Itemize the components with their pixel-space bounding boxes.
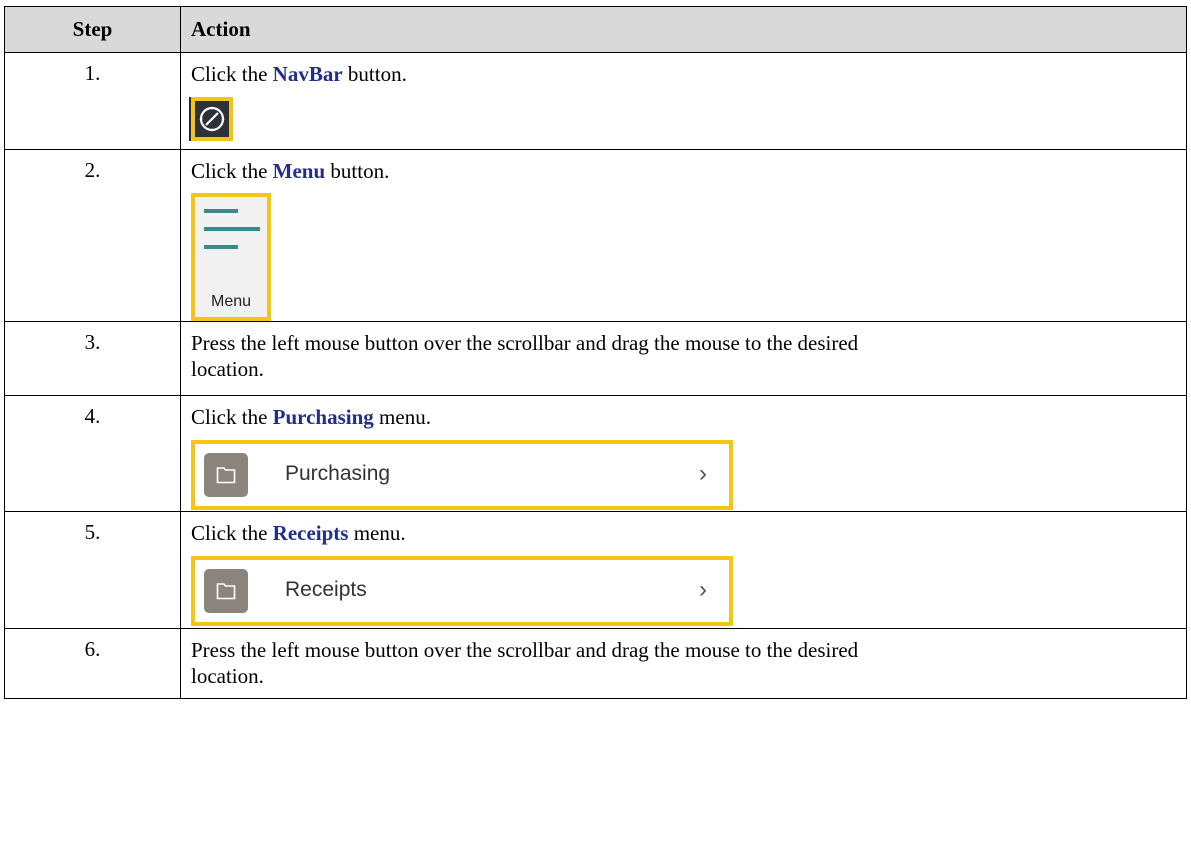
menu-item-label: Receipts: [285, 578, 367, 601]
step-action: Press the left mouse button over the scr…: [180, 321, 1187, 396]
purchasing-menu-item[interactable]: Purchasing ›: [191, 440, 733, 510]
step-number: 6.: [4, 628, 181, 699]
step-action: Press the left mouse button over the scr…: [180, 628, 1187, 699]
steps-table: Step Action 1. Click the NavBar button.: [4, 6, 1187, 699]
step-number: 1.: [4, 52, 181, 150]
step-number: 5.: [4, 511, 181, 629]
menu-item-label: Purchasing: [285, 462, 391, 485]
instruction-text: Click the: [191, 62, 273, 86]
instruction-text: Press the left mouse button over the scr…: [191, 638, 859, 662]
folder-icon: [216, 583, 236, 600]
step-number: 2.: [4, 149, 181, 322]
step-action: Click the Receipts menu. Receipts ›: [180, 511, 1187, 629]
folder-icon: [216, 467, 236, 484]
instruction-text: Press the left mouse button over the scr…: [191, 331, 859, 355]
step-number: 3.: [4, 321, 181, 396]
instruction-text: button.: [325, 159, 390, 183]
instruction-text: menu.: [348, 521, 406, 545]
folder-tile: [204, 453, 248, 497]
header-step: Step: [4, 6, 181, 53]
step-action: Click the NavBar button.: [180, 52, 1187, 150]
step-row-1: 1. Click the NavBar button.: [4, 52, 1187, 150]
step-row-4: 4. Click the Purchasing menu. Purchasing…: [4, 395, 1187, 512]
header-action: Action: [180, 6, 1187, 53]
folder-tile: [204, 569, 248, 613]
step-action: Click the Purchasing menu. Purchasing ›: [180, 395, 1187, 512]
receipts-menu-item[interactable]: Receipts ›: [191, 556, 733, 626]
step-row-3: 3. Press the left mouse button over the …: [4, 321, 1187, 396]
step-row-5: 5. Click the Receipts menu. Receipts ›: [4, 511, 1187, 629]
instruction-text: location.: [191, 357, 264, 381]
step-action: Click the Menu button. Menu: [180, 149, 1187, 322]
step-number: 4.: [4, 395, 181, 512]
instruction-text: button.: [342, 62, 407, 86]
compass-icon: [199, 106, 225, 132]
header-row: Step Action: [4, 6, 1187, 53]
keyword-purchasing: Purchasing: [272, 405, 374, 429]
keyword-menu: Menu: [272, 159, 326, 183]
chevron-right-icon: ›: [699, 460, 707, 487]
instruction-text: location.: [191, 664, 264, 688]
navbar-button[interactable]: [189, 97, 233, 141]
keyword-receipts: Receipts: [272, 521, 349, 545]
menu-button-label: Menu: [210, 293, 252, 310]
instruction-text: Click the: [191, 159, 273, 183]
menu-button[interactable]: Menu: [191, 193, 271, 321]
step-row-2: 2. Click the Menu button. Menu: [4, 149, 1187, 322]
instruction-text: Click the: [191, 405, 273, 429]
chevron-right-icon: ›: [699, 576, 707, 603]
instruction-text: menu.: [373, 405, 431, 429]
keyword-navbar: NavBar: [272, 62, 343, 86]
instruction-text: Click the: [191, 521, 273, 545]
step-row-6: 6. Press the left mouse button over the …: [4, 628, 1187, 699]
